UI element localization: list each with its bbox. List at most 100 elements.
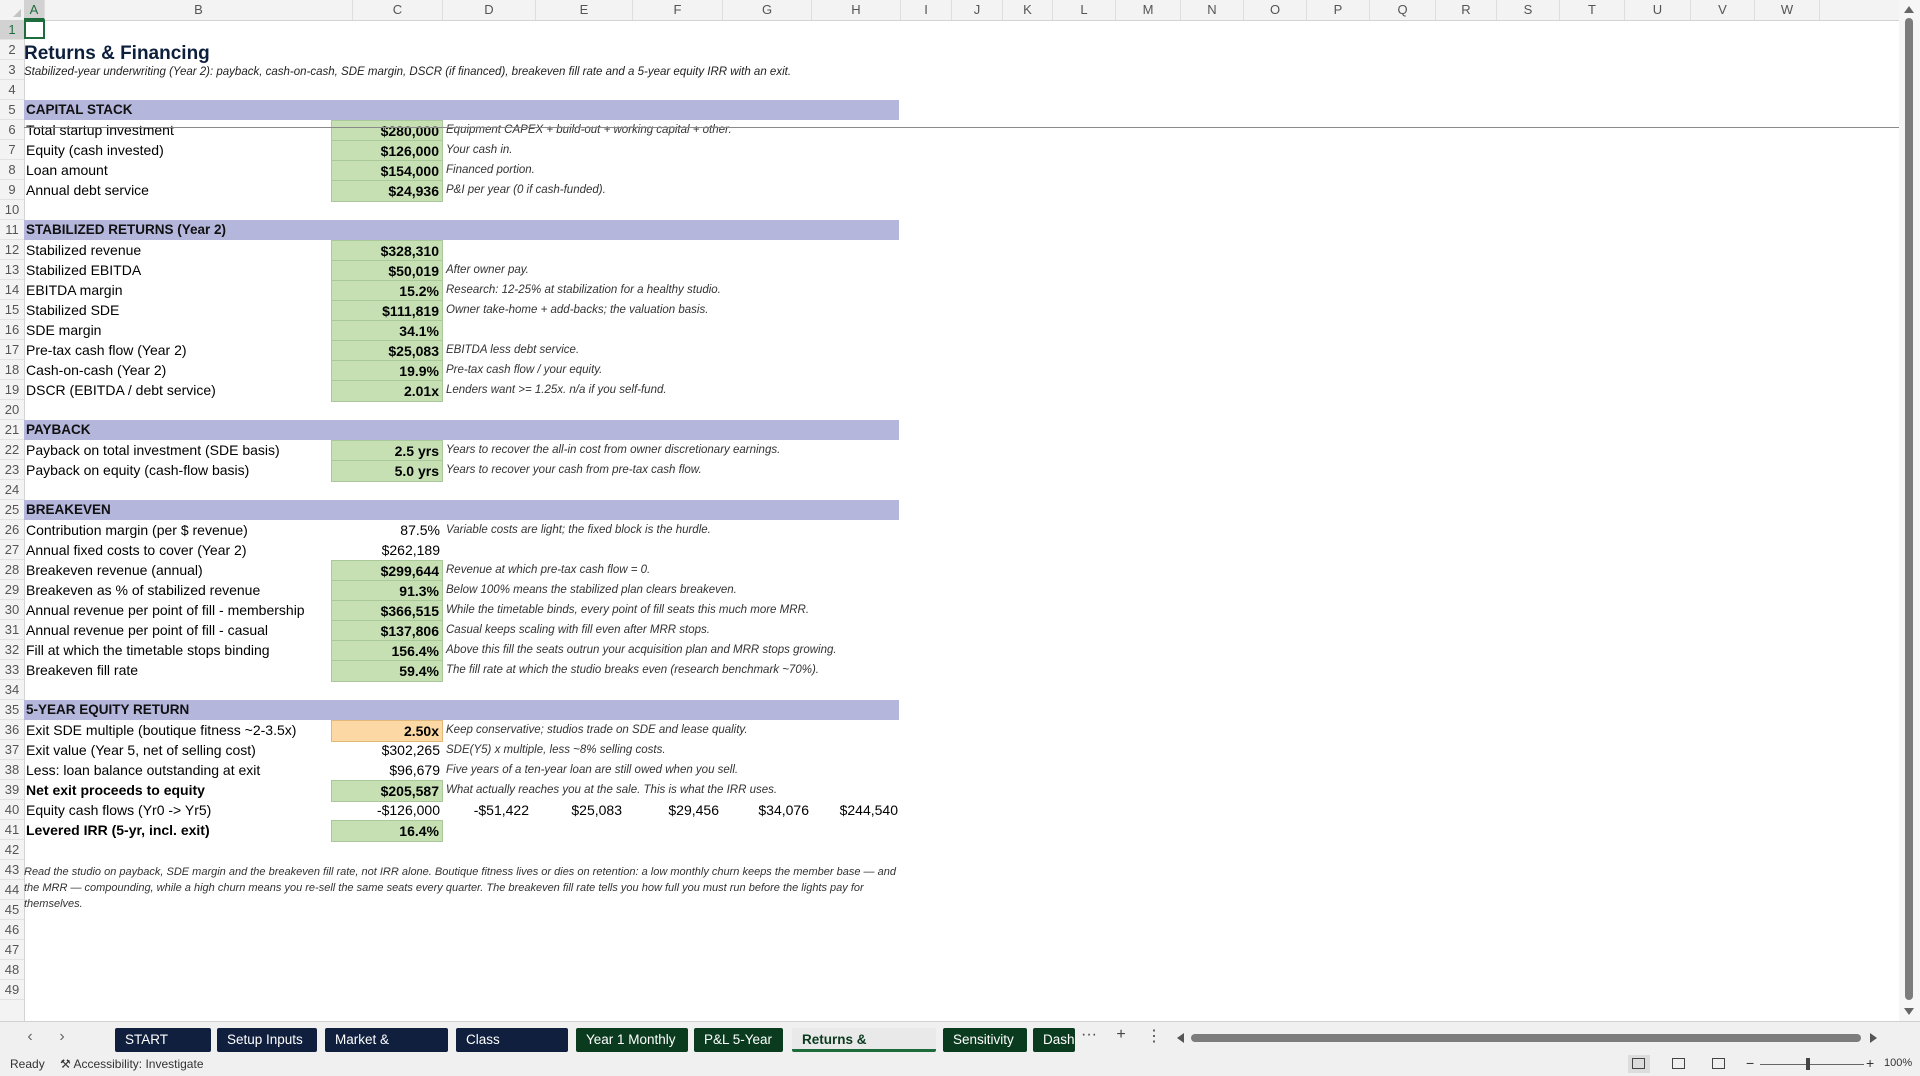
column-header-T[interactable]: T bbox=[1560, 0, 1625, 20]
row-header-49[interactable]: 49 bbox=[0, 980, 24, 1000]
column-header-W[interactable]: W bbox=[1755, 0, 1820, 20]
row-header-39[interactable]: 39 bbox=[0, 780, 24, 800]
row-note[interactable]: Above this fill the seats outrun your ac… bbox=[444, 640, 837, 660]
row-label[interactable]: Equity (cash invested) bbox=[24, 140, 164, 160]
row-header-47[interactable]: 47 bbox=[0, 940, 24, 960]
normal-view-button[interactable] bbox=[1628, 1055, 1650, 1073]
row-header-44[interactable]: 44 bbox=[0, 880, 24, 900]
sheet-tab-7[interactable]: Returns & Financing bbox=[792, 1028, 936, 1052]
row-label[interactable]: Annual revenue per point of fill - membe… bbox=[24, 600, 305, 620]
value-cell[interactable]: $328,310 bbox=[331, 240, 443, 262]
scroll-down-arrow-icon[interactable] bbox=[1904, 1008, 1914, 1015]
cash-flow-year-0[interactable]: -$126,000 bbox=[331, 800, 443, 820]
row-header-8[interactable]: 8 bbox=[0, 160, 24, 180]
column-header-V[interactable]: V bbox=[1691, 0, 1755, 20]
value-cell[interactable]: $154,000 bbox=[331, 160, 443, 182]
add-sheet-icon[interactable]: + bbox=[1111, 1026, 1131, 1044]
row-header-33[interactable]: 33 bbox=[0, 660, 24, 680]
row-header-14[interactable]: 14 bbox=[0, 280, 24, 300]
accessibility-status[interactable]: ⚒ Accessibility: Investigate bbox=[60, 1057, 204, 1071]
row-header-15[interactable]: 15 bbox=[0, 300, 24, 320]
row-note[interactable]: Equipment CAPEX + build-out + working ca… bbox=[444, 120, 732, 140]
row-header-46[interactable]: 46 bbox=[0, 920, 24, 940]
column-header-O[interactable]: O bbox=[1244, 0, 1307, 20]
row-header-1[interactable]: 1 bbox=[0, 20, 24, 40]
row-header-42[interactable]: 42 bbox=[0, 840, 24, 860]
row-note[interactable]: Owner take-home + add-backs; the valuati… bbox=[444, 300, 708, 320]
worksheet-grid[interactable]: Returns & Financing Stabilized-year under… bbox=[24, 20, 1899, 1021]
row-label[interactable]: DSCR (EBITDA / debt service) bbox=[24, 380, 216, 400]
row-header-30[interactable]: 30 bbox=[0, 600, 24, 620]
column-header-J[interactable]: J bbox=[952, 0, 1003, 20]
sheet-tab-3[interactable]: Market & Season bbox=[325, 1028, 448, 1052]
zoom-slider-thumb[interactable] bbox=[1806, 1058, 1810, 1070]
row-note[interactable]: Years to recover the all-in cost from ow… bbox=[444, 440, 780, 460]
column-header-A[interactable]: A bbox=[24, 0, 45, 20]
row-label[interactable]: Total startup investment bbox=[24, 120, 174, 140]
row-header-25[interactable]: 25 bbox=[0, 500, 24, 520]
column-header-N[interactable]: N bbox=[1181, 0, 1244, 20]
row-note[interactable]: Five years of a ten-year loan are still … bbox=[444, 760, 738, 780]
column-header-I[interactable]: I bbox=[901, 0, 952, 20]
row-header-32[interactable]: 32 bbox=[0, 640, 24, 660]
sheet-tab-6[interactable]: P&L 5-Year bbox=[694, 1028, 783, 1052]
row-label[interactable]: Annual fixed costs to cover (Year 2) bbox=[24, 540, 247, 560]
row-header-13[interactable]: 13 bbox=[0, 260, 24, 280]
row-label[interactable]: Stabilized revenue bbox=[24, 240, 141, 260]
row-header-27[interactable]: 27 bbox=[0, 540, 24, 560]
row-label[interactable]: Contribution margin (per $ revenue) bbox=[24, 520, 248, 540]
column-header-E[interactable]: E bbox=[536, 0, 633, 20]
row-note[interactable]: Research: 12-25% at stabilization for a … bbox=[444, 280, 721, 300]
page-break-view-button[interactable] bbox=[1708, 1055, 1730, 1073]
row-note[interactable]: EBITDA less debt service. bbox=[444, 340, 579, 360]
value-cell[interactable]: $302,265 bbox=[331, 740, 443, 760]
column-header-B[interactable]: B bbox=[45, 0, 353, 20]
sheet-tab-1[interactable]: START HERE bbox=[115, 1028, 211, 1052]
scroll-up-arrow-icon[interactable] bbox=[1904, 6, 1914, 13]
row-header-35[interactable]: 35 bbox=[0, 700, 24, 720]
row-header-5[interactable]: 5 bbox=[0, 100, 24, 120]
row-header-24[interactable]: 24 bbox=[0, 480, 24, 500]
row-header-29[interactable]: 29 bbox=[0, 580, 24, 600]
value-cell[interactable]: 2.5 yrs bbox=[331, 440, 443, 462]
row-label[interactable]: Annual debt service bbox=[24, 180, 149, 200]
zoom-level[interactable]: 100% bbox=[1884, 1057, 1912, 1069]
column-header-C[interactable]: C bbox=[353, 0, 443, 20]
value-cell[interactable]: $299,644 bbox=[331, 560, 443, 582]
row-label[interactable]: SDE margin bbox=[24, 320, 101, 340]
column-header-F[interactable]: F bbox=[633, 0, 723, 20]
sheet-tab-2[interactable]: Setup Inputs bbox=[217, 1028, 317, 1052]
active-cell-A1[interactable] bbox=[24, 20, 45, 39]
row-header-10[interactable]: 10 bbox=[0, 200, 24, 220]
value-cell[interactable]: 2.50x bbox=[331, 720, 443, 742]
column-header-R[interactable]: R bbox=[1436, 0, 1497, 20]
section-header-capital[interactable]: CAPITAL STACK bbox=[24, 100, 899, 120]
value-cell[interactable]: $205,587 bbox=[331, 780, 443, 802]
section-header-equity[interactable]: 5-YEAR EQUITY RETURN bbox=[24, 700, 899, 720]
value-cell[interactable]: 16.4% bbox=[331, 820, 443, 842]
row-label[interactable]: Breakeven as % of stabilized revenue bbox=[24, 580, 260, 600]
row-label[interactable]: Stabilized EBITDA bbox=[24, 260, 141, 280]
column-header-L[interactable]: L bbox=[1053, 0, 1116, 20]
row-header-19[interactable]: 19 bbox=[0, 380, 24, 400]
value-cell[interactable]: $50,019 bbox=[331, 260, 443, 282]
page-layout-view-button[interactable] bbox=[1668, 1055, 1690, 1073]
row-header-21[interactable]: 21 bbox=[0, 420, 24, 440]
row-header-28[interactable]: 28 bbox=[0, 560, 24, 580]
row-header-7[interactable]: 7 bbox=[0, 140, 24, 160]
row-header-2[interactable]: 2 bbox=[0, 40, 24, 60]
row-header-41[interactable]: 41 bbox=[0, 820, 24, 840]
row-header-40[interactable]: 40 bbox=[0, 800, 24, 820]
value-cell[interactable]: $137,806 bbox=[331, 620, 443, 642]
row-label[interactable]: Pre-tax cash flow (Year 2) bbox=[24, 340, 187, 360]
row-label[interactable]: Payback on equity (cash-flow basis) bbox=[24, 460, 249, 480]
horizontal-scrollbar[interactable] bbox=[1177, 1032, 1877, 1044]
value-cell[interactable]: $262,189 bbox=[331, 540, 443, 560]
prev-sheet-icon[interactable]: ‹ bbox=[20, 1028, 40, 1046]
column-header-U[interactable]: U bbox=[1625, 0, 1691, 20]
row-header-9[interactable]: 9 bbox=[0, 180, 24, 200]
scroll-right-arrow-icon[interactable] bbox=[1870, 1033, 1877, 1043]
row-note[interactable]: Keep conservative; studios trade on SDE … bbox=[444, 720, 748, 740]
row-note[interactable]: Your cash in. bbox=[444, 140, 512, 160]
vertical-scroll-thumb[interactable] bbox=[1905, 18, 1913, 1000]
